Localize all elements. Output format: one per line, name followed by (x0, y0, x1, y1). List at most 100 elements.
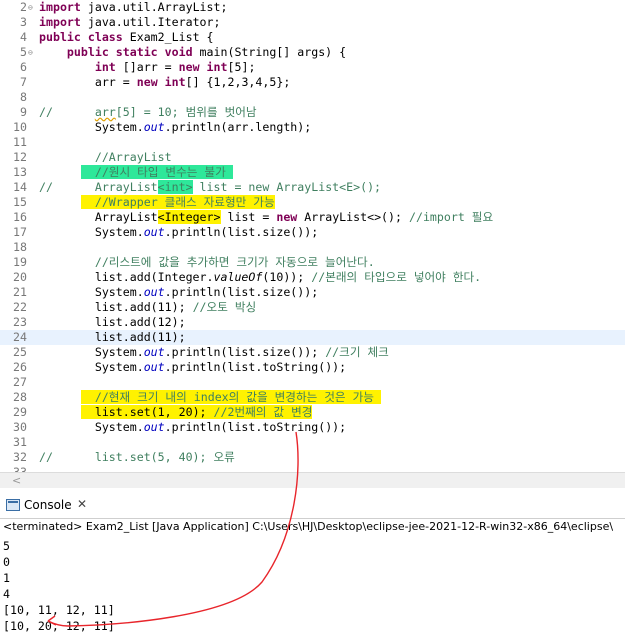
code-token: arr (94, 105, 116, 119)
code-token: System. (39, 420, 144, 434)
code-line[interactable]: 15 //Wrapper 클래스 자료형만 가능 (0, 195, 625, 210)
code-token: System. (39, 285, 144, 299)
code-line[interactable]: 30 System.out.println(list.toString()); (0, 420, 625, 435)
code-line[interactable]: 17 System.out.println(list.size()); (0, 225, 625, 240)
code-token: [5] = 10; 범위를 벗어남 (115, 105, 257, 119)
code-line[interactable]: 3 import java.util.Iterator; (0, 15, 625, 30)
line-number: 5 (20, 45, 27, 59)
code-line[interactable]: 13 //원시 타입 변수는 불가 (0, 165, 625, 180)
code-text: System.out.println(list.size()); //크기 체크 (39, 345, 389, 360)
code-line[interactable]: 31 (0, 435, 625, 450)
code-token: out (143, 345, 165, 359)
code-token: list.add(11); (39, 330, 186, 344)
line-number: 14 (13, 180, 27, 194)
code-line[interactable]: 19 //리스트에 값을 추가하면 크기가 자동으로 늘어난다. (0, 255, 625, 270)
line-number: 28 (13, 390, 27, 404)
code-token: java.util.ArrayList; (80, 0, 228, 14)
code-line[interactable]: 27 (0, 375, 625, 390)
code-line[interactable]: 5 ⊖ public static void main(String[] args… (0, 45, 625, 60)
code-line[interactable]: 9 // arr[5] = 10; 범위를 벗어남 (0, 105, 625, 120)
code-token: ArrayList<>(); (297, 210, 409, 224)
code-line[interactable]: 8 (0, 90, 625, 105)
code-token: .println(list.toString()); (164, 420, 347, 434)
terminated-status: <terminated> Exam2_List [Java Applicatio… (3, 520, 614, 533)
code-text: import java.util.Iterator; (39, 15, 221, 30)
code-line[interactable]: 6 int []arr = new int[5]; (0, 60, 625, 75)
fold-toggle-icon[interactable]: ⊖ (28, 45, 33, 60)
line-number: 21 (13, 285, 27, 299)
code-token: // (39, 105, 95, 119)
code-line[interactable]: 20 list.add(Integer.valueOf(10)); //본래의 … (0, 270, 625, 285)
scroll-left-arrow[interactable]: < (12, 473, 21, 488)
console-icon (6, 499, 20, 511)
code-token: .println(list.size()); (164, 285, 319, 299)
code-line[interactable]: 28 //현재 크기 내의 index의 값을 변경하는 것은 가능 (0, 390, 625, 405)
code-token: // ArrayList (39, 180, 158, 194)
console-output-line: 1 (3, 571, 10, 585)
code-line[interactable]: 7 arr = new int[] {1,2,3,4,5}; (0, 75, 625, 90)
code-token: [5]; (227, 60, 256, 74)
code-line[interactable]: 29 list.set(1, 20); //2번째의 값 변경 (0, 405, 625, 420)
code-line[interactable]: 10 System.out.println(arr.length); (0, 120, 625, 135)
line-number: 8 (20, 90, 27, 104)
code-line[interactable]: 23 list.add(12); (0, 315, 625, 330)
code-token: //현재 크기 내의 index의 값을 변경하는 것은 가능 (80, 390, 381, 404)
code-text: System.out.println(list.toString()); (39, 360, 346, 375)
line-number: 18 (13, 240, 27, 254)
code-token: []arr = (115, 60, 179, 74)
code-token: main(String[] args) { (192, 45, 347, 59)
code-token: (10)); (262, 270, 312, 284)
console-output[interactable]: 5 0 1 4 [10, 11, 12, 11] [10, 20, 12, 11] (3, 538, 115, 634)
code-line[interactable]: 21 System.out.println(list.size()); (0, 285, 625, 300)
code-token: out (143, 420, 165, 434)
code-line[interactable]: 16 ArrayList<Integer> list = new ArrayLi… (0, 210, 625, 225)
code-line[interactable]: 12 //ArrayList (0, 150, 625, 165)
code-text: System.out.println(list.size()); (39, 225, 318, 240)
line-number: 32 (13, 450, 27, 464)
line-number: 16 (13, 210, 27, 224)
code-line[interactable]: 2 ⊖ import java.util.ArrayList; (0, 0, 625, 15)
code-token: //원시 타입 변수는 불가 (80, 165, 233, 179)
line-number: 4 (20, 30, 27, 44)
code-text: // list.set(5, 40); 오류 (39, 450, 235, 465)
code-line[interactable]: 26 System.out.println(list.toString()); (0, 360, 625, 375)
code-token: //리스트에 값을 추가하면 크기가 자동으로 늘어난다. (94, 255, 375, 269)
console-tab[interactable]: Console ✕ (0, 494, 625, 519)
code-line[interactable]: 14 // ArrayList<int> list = new ArrayList… (0, 180, 625, 195)
horizontal-scrollbar[interactable]: < (0, 472, 625, 488)
code-token: arr = (39, 75, 137, 89)
code-token: public class (39, 30, 123, 44)
code-line[interactable]: 18 (0, 240, 625, 255)
close-icon[interactable]: ✕ (77, 497, 87, 511)
code-text: //리스트에 값을 추가하면 크기가 자동으로 늘어난다. (39, 255, 375, 270)
code-token: list.add(11); (39, 300, 193, 314)
code-line[interactable]: 22 list.add(11); //오토 박싱 (0, 300, 625, 315)
code-text: ArrayList<Integer> list = new ArrayList<… (39, 210, 493, 225)
code-line[interactable]: 11 (0, 135, 625, 150)
code-token: out (143, 120, 165, 134)
code-token: System. (39, 345, 144, 359)
code-line[interactable]: 32 // list.set(5, 40); 오류 (0, 450, 625, 465)
code-line[interactable]: 4 public class Exam2_List { (0, 30, 625, 45)
code-token: list.set(1, 20); (80, 405, 214, 419)
line-number: 20 (13, 270, 27, 284)
code-token: Exam2_List { (122, 30, 214, 44)
code-token: new int (178, 60, 228, 74)
code-token: import (39, 15, 81, 29)
code-token: .println(list.size()); (164, 225, 319, 239)
code-editor[interactable]: 2 ⊖ import java.util.ArrayList; 3 import jav… (0, 0, 625, 475)
line-number: 30 (13, 420, 27, 434)
line-number: 3 (20, 15, 27, 29)
code-token: out (143, 360, 165, 374)
code-line[interactable]: 25 System.out.println(list.size()); //크기… (0, 345, 625, 360)
fold-toggle-icon[interactable]: ⊖ (28, 0, 33, 15)
code-text: list.set(1, 20); //2번째의 값 변경 (39, 405, 313, 420)
code-line[interactable]: 24 list.add(11); (0, 330, 625, 345)
code-text: int []arr = new int[5]; (39, 60, 256, 75)
line-number: 2 (20, 0, 27, 14)
console-tab-label: Console (24, 498, 72, 512)
code-token: <int> (157, 180, 193, 194)
console-output-line: 4 (3, 587, 10, 601)
